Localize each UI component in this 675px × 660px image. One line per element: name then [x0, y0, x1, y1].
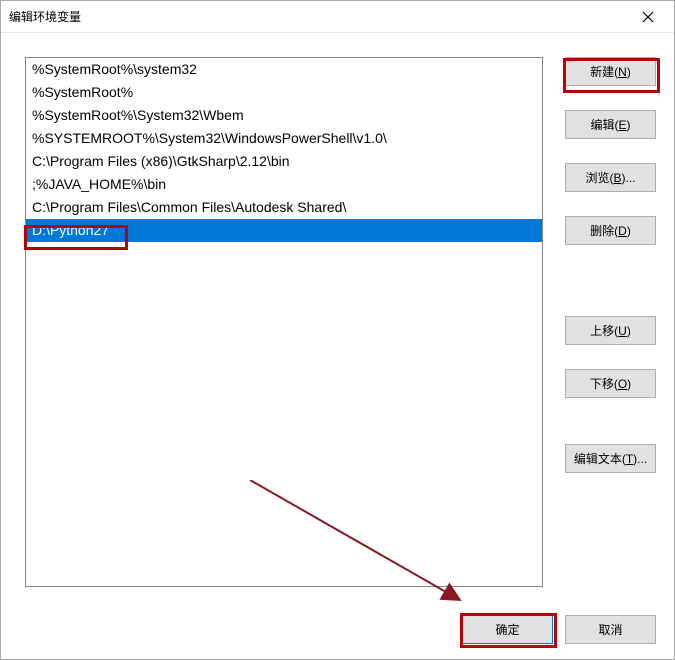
list-item[interactable]: %SystemRoot%\System32\Wbem	[26, 104, 542, 127]
edit-button[interactable]: 编辑(E)	[565, 110, 656, 139]
new-button[interactable]: 新建(N)	[565, 57, 656, 86]
button-sidebar: 新建(N) 编辑(E) 浏览(B)... 删除(D) 上移(U) 下移(O) 编…	[565, 57, 656, 641]
moveup-button[interactable]: 上移(U)	[565, 316, 656, 345]
list-item[interactable]: %SystemRoot%\system32	[26, 58, 542, 81]
ok-button[interactable]: 确定	[462, 615, 553, 644]
list-item[interactable]: C:\Program Files\Common Files\Autodesk S…	[26, 196, 542, 219]
dialog-content: %SystemRoot%\system32 %SystemRoot% %Syst…	[1, 33, 674, 659]
close-icon	[642, 11, 654, 23]
list-item[interactable]: C:\Program Files (x86)\GtkSharp\2.12\bin	[26, 150, 542, 173]
close-button[interactable]	[628, 3, 668, 31]
list-item[interactable]: %SystemRoot%	[26, 81, 542, 104]
dialog-title: 编辑环境变量	[9, 8, 628, 25]
list-item[interactable]: ;%JAVA_HOME%\bin	[26, 173, 542, 196]
env-var-edit-dialog: 编辑环境变量 %SystemRoot%\system32 %SystemRoot…	[0, 0, 675, 660]
cancel-button[interactable]: 取消	[565, 615, 656, 644]
browse-button[interactable]: 浏览(B)...	[565, 163, 656, 192]
list-item-selected[interactable]: D:\Python27	[26, 219, 542, 242]
list-item[interactable]: %SYSTEMROOT%\System32\WindowsPowerShell\…	[26, 127, 542, 150]
titlebar: 编辑环境变量	[1, 1, 674, 33]
movedown-button[interactable]: 下移(O)	[565, 369, 656, 398]
edittext-button[interactable]: 编辑文本(T)...	[565, 444, 656, 473]
delete-button[interactable]: 删除(D)	[565, 216, 656, 245]
path-listbox[interactable]: %SystemRoot%\system32 %SystemRoot% %Syst…	[25, 57, 543, 587]
bottom-bar: 确定 取消	[462, 615, 656, 644]
